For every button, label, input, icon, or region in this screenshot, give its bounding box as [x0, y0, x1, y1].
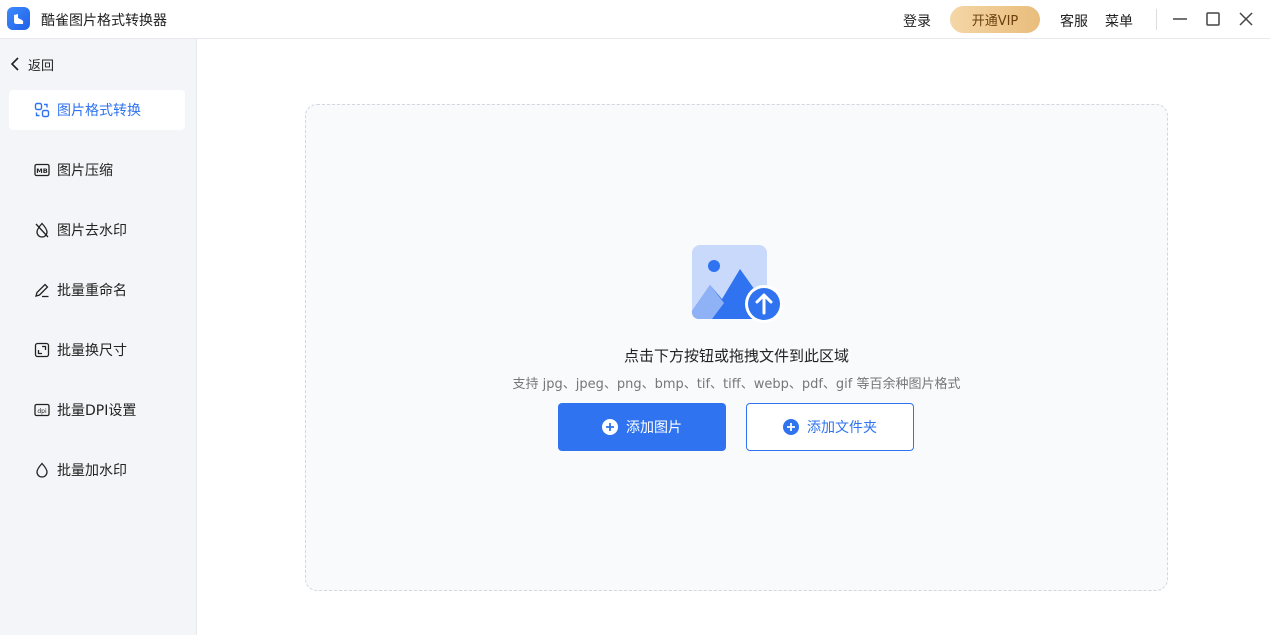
vip-button[interactable]: 开通VIP [950, 6, 1040, 33]
sidebar-item-compress[interactable]: MB 图片压缩 [9, 150, 185, 190]
plus-circle-icon [602, 419, 618, 435]
sidebar-item-batch-rename[interactable]: 批量重命名 [9, 270, 185, 310]
app-logo [7, 7, 30, 30]
sidebar-item-label: 批量换尺寸 [57, 343, 127, 359]
sidebar-item-label: 图片去水印 [57, 223, 127, 239]
add-image-label: 添加图片 [626, 420, 682, 436]
close-icon[interactable] [1236, 9, 1256, 29]
sidebar-item-remove-watermark[interactable]: 图片去水印 [9, 210, 185, 250]
plus-circle-icon [783, 419, 799, 435]
sidebar-item-label: 图片压缩 [57, 163, 113, 179]
login-link[interactable]: 登录 [903, 11, 931, 31]
dpi-icon: dpi [34, 402, 50, 418]
dropzone-subtitle: 支持 jpg、jpeg、png、bmp、tif、tiff、webp、pdf、gi… [512, 377, 961, 392]
sidebar-item-label: 批量DPI设置 [57, 403, 137, 419]
sidebar-item-label: 批量加水印 [57, 463, 127, 479]
app-title: 酷雀图片格式转换器 [41, 13, 167, 29]
main-content: 点击下方按钮或拖拽文件到此区域 支持 jpg、jpeg、png、bmp、tif、… [197, 39, 1270, 635]
file-dropzone[interactable]: 点击下方按钮或拖拽文件到此区域 支持 jpg、jpeg、png、bmp、tif、… [305, 104, 1168, 591]
sidebar: 返回 图片格式转换 MB 图片压缩 图片去水印 批量重命名 批量换尺寸 dpi … [0, 39, 197, 635]
minimize-icon[interactable] [1170, 9, 1190, 29]
svg-text:dpi: dpi [37, 408, 47, 415]
pencil-icon [34, 282, 50, 298]
app-logo-icon [13, 13, 23, 24]
menu-link[interactable]: 菜单 [1105, 11, 1133, 31]
titlebar-divider [1156, 9, 1157, 30]
back-label: 返回 [28, 58, 55, 74]
drop-icon [34, 462, 50, 478]
svg-text:MB: MB [36, 167, 47, 175]
convert-icon [34, 102, 50, 118]
resize-icon [34, 342, 50, 358]
add-image-button[interactable]: 添加图片 [558, 403, 726, 451]
drop-slash-icon [34, 222, 50, 238]
title-bar: 酷雀图片格式转换器 登录 开通VIP 客服 菜单 [0, 0, 1270, 39]
add-folder-label: 添加文件夹 [807, 420, 877, 436]
maximize-icon[interactable] [1203, 9, 1223, 29]
sidebar-item-label: 图片格式转换 [57, 103, 141, 119]
add-folder-button[interactable]: 添加文件夹 [746, 403, 914, 451]
mb-compress-icon: MB [34, 162, 50, 178]
sidebar-item-batch-watermark[interactable]: 批量加水印 [9, 450, 185, 490]
sidebar-item-batch-dpi[interactable]: dpi 批量DPI设置 [9, 390, 185, 430]
sidebar-item-format-convert[interactable]: 图片格式转换 [9, 90, 185, 130]
sidebar-item-label: 批量重命名 [57, 283, 127, 299]
customer-service-link[interactable]: 客服 [1060, 11, 1088, 31]
sidebar-item-batch-resize[interactable]: 批量换尺寸 [9, 330, 185, 370]
back-button[interactable]: 返回 [10, 54, 54, 74]
upload-image-icon [692, 243, 784, 325]
chevron-left-icon [10, 57, 19, 71]
dropzone-title: 点击下方按钮或拖拽文件到此区域 [623, 347, 849, 365]
